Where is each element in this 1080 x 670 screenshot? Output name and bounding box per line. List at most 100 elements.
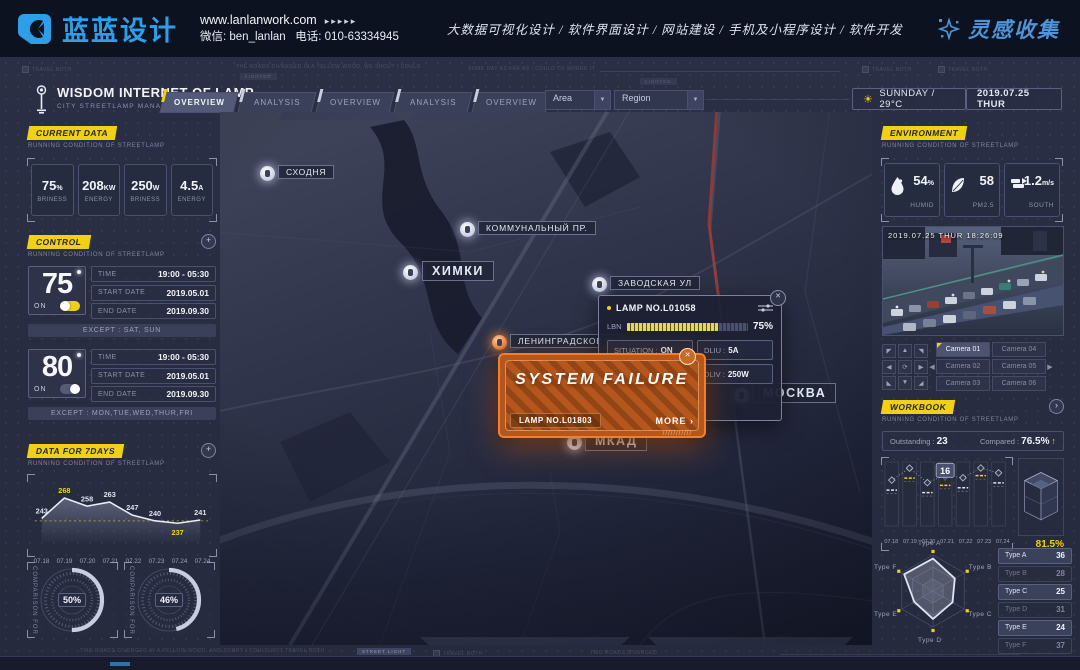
sun-icon: ☀	[863, 93, 873, 106]
camera-prev-button[interactable]: ◀	[928, 363, 936, 371]
state-label: ON	[34, 303, 47, 310]
tab-overview-2[interactable]: OVERVIEW	[315, 92, 394, 113]
pan-up-left-button[interactable]: ◤	[882, 344, 896, 358]
add-button[interactable]: +	[201, 234, 216, 249]
tab-analysis-2[interactable]: ANALYSIS	[393, 92, 472, 113]
camera-button[interactable]: Camera 01	[936, 342, 990, 357]
pan-right-button[interactable]: ▶	[914, 360, 928, 374]
metric-tile: 75% BRINESS	[31, 164, 74, 216]
schedule-toggle[interactable]	[60, 384, 80, 394]
reset-view-button[interactable]: ⟳	[898, 360, 912, 374]
pan-down-left-button[interactable]: ◣	[882, 376, 896, 390]
tab-analysis-1[interactable]: ANALYSIS	[237, 92, 316, 113]
lamp-pin-khimki[interactable]	[403, 265, 418, 280]
map-label[interactable]: ХИМКИ	[422, 261, 494, 281]
svg-text:263: 263	[104, 490, 116, 499]
close-icon[interactable]: ✕	[770, 290, 786, 306]
tab-overview-1[interactable]: OVERVIEW	[159, 92, 238, 113]
lanlan-logo-icon	[18, 11, 54, 47]
contact-block: www.lanlanwork.com▸▸▸▸▸ 微信: ben_lanlan 电…	[200, 11, 399, 47]
legend-row[interactable]: Type D31	[998, 602, 1072, 618]
lamp-popup-title: LAMP NO.L01058	[616, 303, 696, 313]
brightness-level-box: 80 ON	[28, 349, 86, 398]
map-label[interactable]: ЗАВОДСКАЯ УЛ	[610, 276, 700, 290]
lbn-value: 75%	[753, 321, 773, 332]
lamp-pin-skhodnya[interactable]	[260, 166, 275, 181]
legend-row[interactable]: Type B28	[998, 566, 1072, 582]
schedule-row: TIME19:00 - 05:30	[91, 349, 216, 365]
weather-indicator: ☀ SUNNDAY / 29°C	[852, 88, 966, 110]
schedule-block: 80 ON TIME19:00 - 05:30 START DATE2019.0…	[28, 349, 216, 402]
schedule-row: START DATE2019.05.01	[91, 368, 216, 384]
schedule-block: 75 ON TIME19:00 - 05:30 START DATE2019.0…	[28, 266, 216, 319]
footer-chip	[110, 662, 130, 666]
pan-up-right-button[interactable]: ◥	[914, 344, 928, 358]
camera-next-button[interactable]: ▶	[1046, 363, 1054, 371]
camera-button[interactable]: Camera 05	[992, 359, 1046, 374]
add-button[interactable]: +	[201, 443, 216, 458]
weather-label: SUNNDAY / 29°C	[879, 88, 955, 110]
pan-down-right-button[interactable]: ◢	[914, 376, 928, 390]
inspiration-collect[interactable]: 灵感收集	[937, 14, 1060, 44]
decor-checkbox-travel: TRAVEL BOTH	[862, 66, 912, 73]
panel-subtitle: RUNNING CONDITION OF STREETLAMP	[882, 417, 1064, 423]
map-edge-tab	[412, 112, 512, 120]
city-map[interactable]: СХОДНЯ КОММУНАЛЬНЫЙ ПР. ХИМКИ ЗАВОДСКАЯ …	[220, 112, 872, 645]
brightness-bar[interactable]	[627, 323, 748, 331]
website-link[interactable]: www.lanlanwork.com	[200, 13, 317, 27]
leaf-icon	[950, 176, 966, 199]
camera-dpad: ◤ ▲ ◥ ◀ ⟳ ▶ ◣ ▼ ◢	[882, 344, 928, 390]
legend-row[interactable]: Type A36	[998, 548, 1072, 564]
camera-controls: ◤ ▲ ◥ ◀ ⟳ ▶ ◣ ▼ ◢ ◀ Camera 01 Camera 04 …	[882, 342, 1062, 391]
svg-text:240: 240	[149, 509, 161, 518]
logo: 蓝蓝设计	[18, 9, 178, 48]
camera-button[interactable]: Camera 04	[992, 342, 1046, 357]
lamp-pin-leningradskoe-alert[interactable]	[492, 335, 507, 350]
legend-row[interactable]: Type E24	[998, 620, 1072, 636]
schedule-toggle[interactable]	[60, 301, 80, 311]
tab-bar: OVERVIEW ANALYSIS OVERVIEW ANALYSIS OVER…	[162, 92, 552, 113]
decor-line	[780, 654, 1020, 655]
pan-up-button[interactable]: ▲	[898, 344, 912, 358]
region-select[interactable]: Region ▼	[614, 90, 704, 110]
map-label[interactable]: СХОДНЯ	[278, 165, 334, 179]
camera-button[interactable]: Camera 02	[936, 359, 990, 374]
lamp-pin-kommunalny[interactable]	[460, 222, 475, 237]
close-icon[interactable]: ✕	[679, 348, 696, 365]
seven-day-line-chart: 243268258263247240237241	[30, 477, 214, 549]
pan-down-button[interactable]: ▼	[898, 376, 912, 390]
expand-button[interactable]: ›	[1049, 399, 1064, 414]
chevron-down-icon: ▼	[594, 91, 610, 109]
radar-axis-label: Type B	[969, 564, 992, 571]
lamp-pin-zavodskaya[interactable]	[592, 277, 607, 292]
panel-tag: ENVIRONMENT	[881, 126, 968, 140]
camera-feed[interactable]: 2019.07.25 THUR 18:26:09	[882, 226, 1064, 336]
pan-left-button[interactable]: ◀	[882, 360, 896, 374]
legend-row[interactable]: Type F37	[998, 638, 1072, 654]
map-label[interactable]: КОММУНАЛЬНЫЙ ПР.	[478, 221, 596, 235]
legend-row[interactable]: Type C25	[998, 584, 1072, 600]
sparkle-star-icon	[937, 17, 961, 41]
environment-tiles: 54% HUMID 58 PM2.5 1.2m/s SOUTH	[882, 159, 1062, 221]
metric-tile: 250W BRINESS	[124, 164, 167, 216]
environment-panel: ENVIRONMENT RUNNING CONDITION OF STREETL…	[882, 126, 1062, 221]
map-edge-tab	[648, 637, 853, 645]
up-arrow-icon: ↑	[1052, 436, 1057, 446]
radar-axis-label: Type E	[874, 611, 897, 618]
more-button[interactable]: MORE ›	[656, 416, 695, 426]
sliders-icon[interactable]	[758, 303, 773, 313]
area-select[interactable]: Area ▼	[545, 90, 611, 110]
site-banner: 蓝蓝设计 www.lanlanwork.com▸▸▸▸▸ 微信: ben_lan…	[0, 0, 1080, 57]
tab-overview-3[interactable]: OVERVIEW	[471, 92, 550, 113]
except-days: EXCEPT : MON,TUE,WED,THUR,FRI	[28, 407, 216, 420]
date-indicator: 2019.07.25 THUR	[966, 88, 1062, 110]
camera-button[interactable]: Camera 06	[992, 376, 1046, 391]
svg-text:16: 16	[940, 466, 950, 476]
panel-subtitle: RUNNING CONDITION OF STREETLAMP	[28, 461, 216, 467]
seven-days-panel: DATA FOR 7DAYS + RUNNING CONDITION OF ST…	[28, 443, 216, 565]
workbook-bar-chart-frame: 16 07.1807.1907.2007.2107.2207.2307.24	[882, 458, 1012, 550]
camera-button[interactable]: Camera 03	[936, 376, 990, 391]
radar-svg	[874, 540, 992, 644]
traffic-scene	[883, 227, 1063, 335]
gauge-side-label: COMPARISON FOR	[31, 566, 37, 635]
